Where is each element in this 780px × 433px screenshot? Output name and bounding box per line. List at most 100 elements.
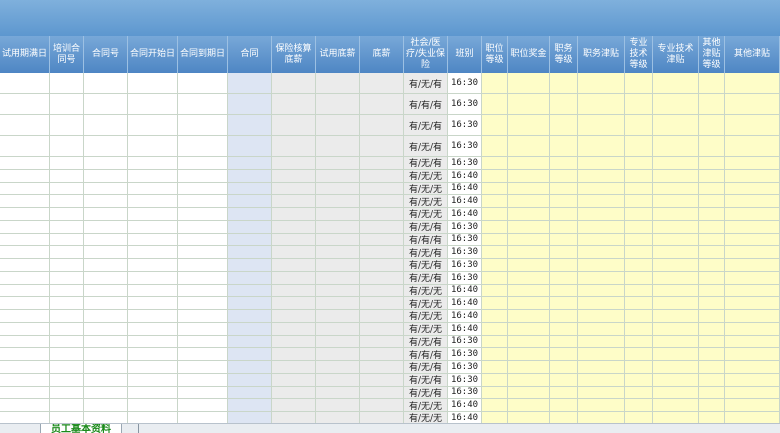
cell-duty-allowance[interactable] <box>578 386 625 400</box>
cell-position-level[interactable] <box>482 169 508 183</box>
cell-contract[interactable] <box>228 195 272 208</box>
cell-contract-start[interactable] <box>128 73 178 94</box>
cell-position-bonus[interactable] <box>508 348 550 361</box>
cell-tech-allowance[interactable] <box>653 284 699 298</box>
cell-contract[interactable] <box>228 310 272 323</box>
cell-insurance-base-salary[interactable] <box>272 233 316 247</box>
cell-insurance[interactable]: 有/无/无 <box>404 208 448 221</box>
cell-base-salary[interactable] <box>360 220 404 234</box>
cell-insurance-base-salary[interactable] <box>272 169 316 183</box>
cell-contract[interactable] <box>228 399 272 412</box>
cell-contract[interactable] <box>228 157 272 170</box>
cell-contract-end[interactable] <box>178 399 228 412</box>
cell-duty-level[interactable] <box>550 259 578 272</box>
cell-contract-no[interactable] <box>84 297 128 310</box>
cell-contract-start[interactable] <box>128 169 178 183</box>
cell-insurance[interactable]: 有/无/无 <box>404 182 448 196</box>
cell-tech-allowance[interactable] <box>653 399 699 412</box>
cell-shift[interactable]: 16:30 <box>448 271 482 285</box>
cell-contract-end[interactable] <box>178 157 228 170</box>
cell-duty-level[interactable] <box>550 169 578 183</box>
cell-probation-salary[interactable] <box>316 259 360 272</box>
cell-insurance[interactable]: 有/无/无 <box>404 169 448 183</box>
cell-insurance-base-salary[interactable] <box>272 182 316 196</box>
cell-position-level[interactable] <box>482 246 508 259</box>
cell-training-contract-no[interactable] <box>50 361 84 374</box>
cell-insurance[interactable]: 有/无/有 <box>404 220 448 234</box>
cell-probation-end[interactable] <box>0 322 50 336</box>
header-contract[interactable]: 合同 <box>228 36 272 73</box>
cell-base-salary[interactable] <box>360 169 404 183</box>
cell-other-allowance[interactable] <box>725 361 780 374</box>
header-tech-level[interactable]: 专业技术等级 <box>625 36 653 73</box>
cell-contract[interactable] <box>228 220 272 234</box>
cell-other-allowance-level[interactable] <box>699 335 725 349</box>
cell-contract[interactable] <box>228 284 272 298</box>
cell-probation-salary[interactable] <box>316 233 360 247</box>
cell-shift[interactable]: 16:40 <box>448 310 482 323</box>
header-contract-end[interactable]: 合同到期日 <box>178 36 228 73</box>
cell-shift[interactable]: 16:40 <box>448 322 482 336</box>
cell-contract-end[interactable] <box>178 233 228 247</box>
cell-probation-salary[interactable] <box>316 310 360 323</box>
cell-other-allowance[interactable] <box>725 182 780 196</box>
cell-tech-level[interactable] <box>625 348 653 361</box>
cell-duty-allowance[interactable] <box>578 373 625 387</box>
cell-shift[interactable]: 16:30 <box>448 220 482 234</box>
cell-other-allowance-level[interactable] <box>699 182 725 196</box>
cell-other-allowance[interactable] <box>725 310 780 323</box>
cell-base-salary[interactable] <box>360 399 404 412</box>
cell-probation-end[interactable] <box>0 115 50 136</box>
cell-duty-level[interactable] <box>550 297 578 310</box>
cell-position-bonus[interactable] <box>508 335 550 349</box>
cell-other-allowance[interactable] <box>725 136 780 157</box>
cell-contract[interactable] <box>228 386 272 400</box>
cell-other-allowance[interactable] <box>725 208 780 221</box>
cell-tech-allowance[interactable] <box>653 348 699 361</box>
cell-base-salary[interactable] <box>360 271 404 285</box>
cell-probation-salary[interactable] <box>316 322 360 336</box>
cell-contract-end[interactable] <box>178 386 228 400</box>
cell-tech-allowance[interactable] <box>653 94 699 115</box>
cell-probation-end[interactable] <box>0 233 50 247</box>
cell-contract-start[interactable] <box>128 157 178 170</box>
cell-tech-allowance[interactable] <box>653 182 699 196</box>
cell-contract-end[interactable] <box>178 284 228 298</box>
cell-probation-salary[interactable] <box>316 297 360 310</box>
cell-contract-end[interactable] <box>178 115 228 136</box>
cell-contract[interactable] <box>228 233 272 247</box>
cell-position-level[interactable] <box>482 157 508 170</box>
cell-other-allowance-level[interactable] <box>699 73 725 94</box>
cell-probation-salary[interactable] <box>316 157 360 170</box>
cell-contract-no[interactable] <box>84 208 128 221</box>
cell-insurance-base-salary[interactable] <box>272 386 316 400</box>
cell-other-allowance-level[interactable] <box>699 246 725 259</box>
cell-duty-level[interactable] <box>550 310 578 323</box>
cell-probation-salary[interactable] <box>316 246 360 259</box>
cell-duty-level[interactable] <box>550 94 578 115</box>
cell-contract-start[interactable] <box>128 373 178 387</box>
cell-probation-end[interactable] <box>0 208 50 221</box>
cell-probation-salary[interactable] <box>316 195 360 208</box>
cell-tech-level[interactable] <box>625 399 653 412</box>
cell-contract-no[interactable] <box>84 157 128 170</box>
cell-training-contract-no[interactable] <box>50 259 84 272</box>
cell-duty-allowance[interactable] <box>578 94 625 115</box>
cell-contract-end[interactable] <box>178 73 228 94</box>
cell-other-allowance[interactable] <box>725 246 780 259</box>
cell-contract[interactable] <box>228 246 272 259</box>
cell-contract[interactable] <box>228 259 272 272</box>
cell-probation-salary[interactable] <box>316 169 360 183</box>
cell-other-allowance-level[interactable] <box>699 195 725 208</box>
cell-training-contract-no[interactable] <box>50 220 84 234</box>
cell-position-bonus[interactable] <box>508 136 550 157</box>
cell-insurance[interactable]: 有/无/有 <box>404 246 448 259</box>
cell-tech-allowance[interactable] <box>653 157 699 170</box>
cell-position-level[interactable] <box>482 284 508 298</box>
cell-contract-no[interactable] <box>84 386 128 400</box>
cell-position-bonus[interactable] <box>508 373 550 387</box>
cell-tech-level[interactable] <box>625 246 653 259</box>
cell-duty-level[interactable] <box>550 386 578 400</box>
header-position-level[interactable]: 职位等级 <box>482 36 508 73</box>
cell-insurance[interactable]: 有/无/有 <box>404 259 448 272</box>
